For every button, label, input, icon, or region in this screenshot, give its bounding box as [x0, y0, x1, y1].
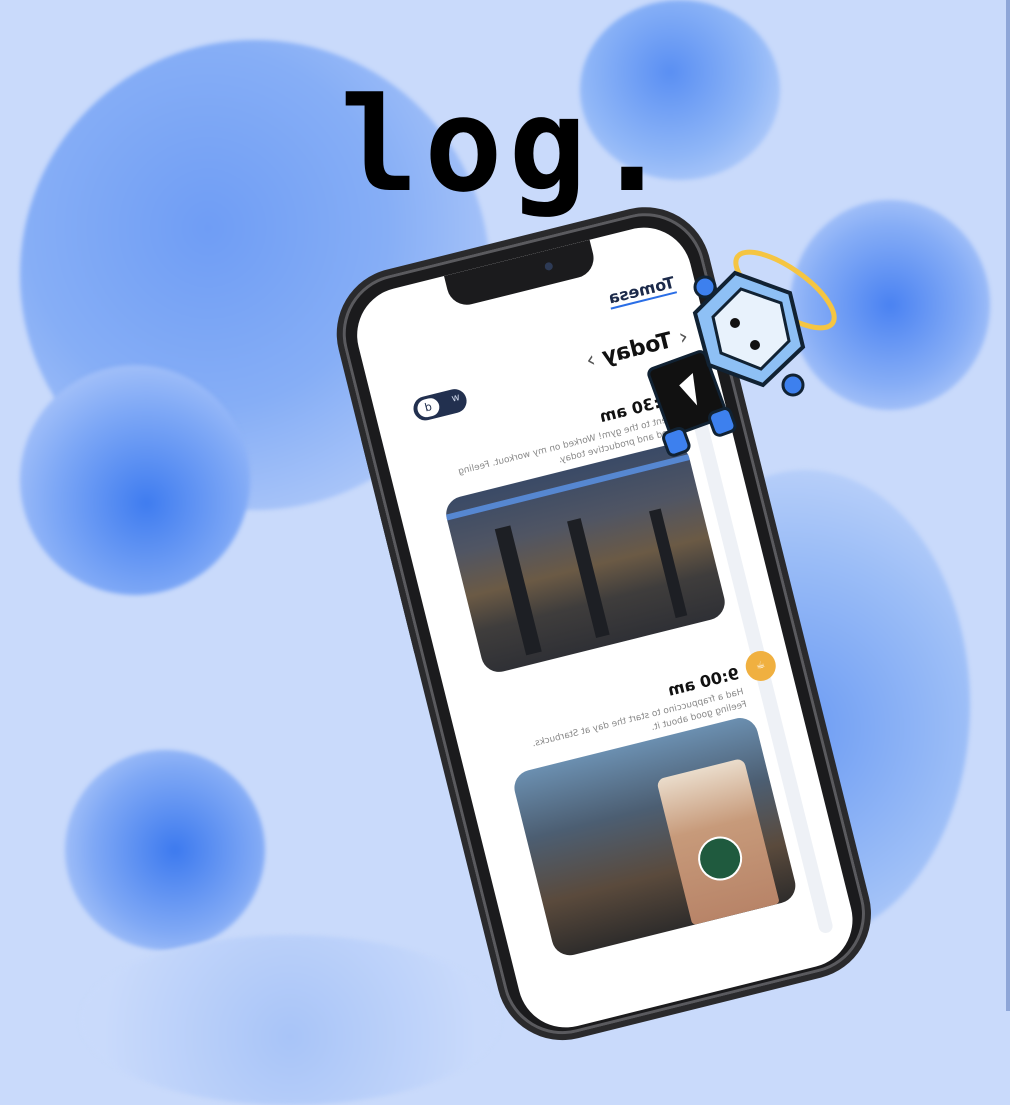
robot-mascot-icon	[647, 249, 837, 457]
background-blob	[65, 750, 265, 950]
toggle-off-label: w	[450, 391, 462, 405]
gym-machine	[494, 525, 542, 656]
gym-machine	[567, 518, 610, 638]
right-edge-border	[1006, 0, 1010, 1011]
background-blob	[20, 365, 250, 595]
next-day-button[interactable]: ›	[583, 347, 598, 373]
gym-machine	[649, 508, 688, 619]
toggle-knob: d	[415, 396, 442, 420]
coffee-icon: ☕	[742, 647, 779, 685]
camera-icon	[543, 261, 554, 272]
view-toggle[interactable]: w d	[410, 386, 470, 423]
background-blob	[80, 935, 500, 1105]
